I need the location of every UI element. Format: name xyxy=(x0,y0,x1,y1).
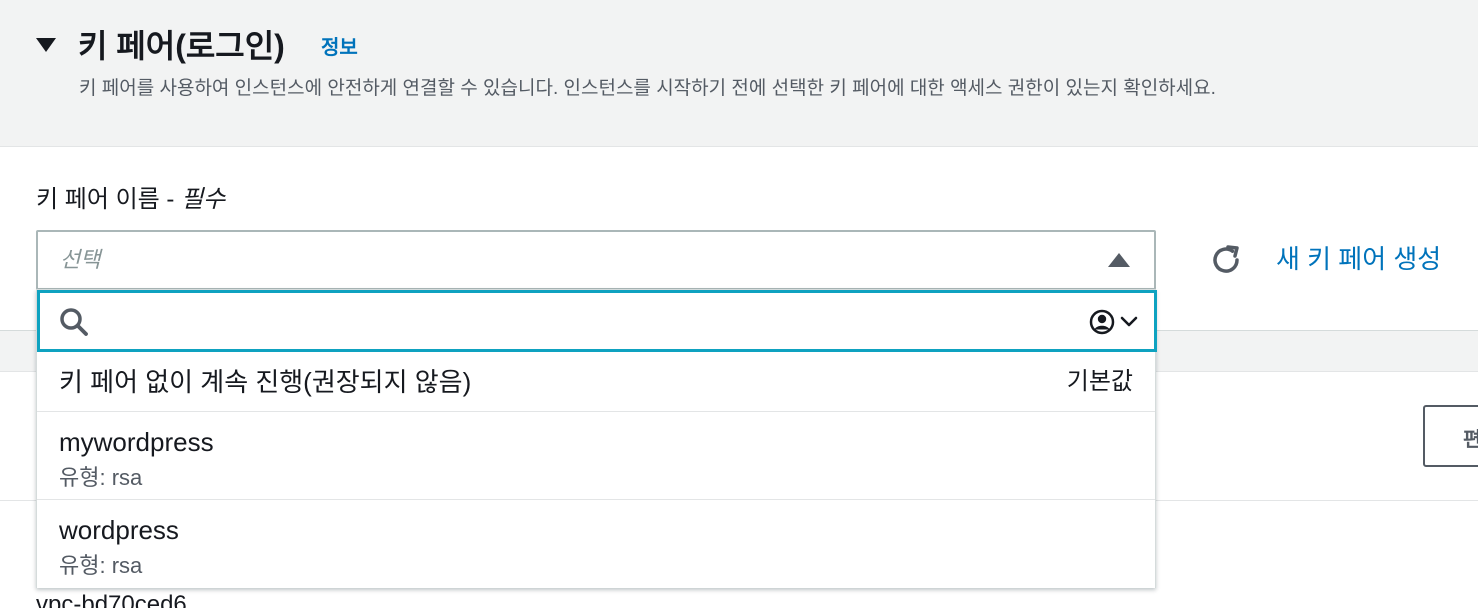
option-type: 유형: rsa xyxy=(59,553,143,578)
option-no-key-pair[interactable]: 키 페어 없이 계속 진행(권장되지 않음) 기본값 xyxy=(37,352,1155,412)
section-header: 키 페어(로그인) 정보 키 페어를 사용하여 인스턴스에 안전하게 연결할 수… xyxy=(0,0,1478,147)
option-type: 유형: rsa xyxy=(59,465,143,490)
page: 키 페어(로그인) 정보 키 페어를 사용하여 인스턴스에 안전하게 연결할 수… xyxy=(0,0,1478,608)
collapse-caret-icon[interactable] xyxy=(36,38,56,52)
owner-filter-toggle[interactable] xyxy=(1088,308,1140,336)
create-key-pair-link[interactable]: 새 키 페어 생성 xyxy=(1276,243,1441,275)
info-link[interactable]: 정보 xyxy=(321,34,358,62)
default-tag: 기본값 xyxy=(1066,368,1133,395)
option-mywordpress[interactable]: mywordpress 유형: rsa xyxy=(37,412,1155,500)
key-pair-select[interactable]: 선택 xyxy=(36,230,1156,290)
dropdown-search xyxy=(37,290,1157,352)
option-label: wordpress xyxy=(59,515,179,545)
label-text: 키 페어 이름 - xyxy=(36,186,182,213)
search-input[interactable] xyxy=(104,303,1064,341)
select-placeholder: 선택 xyxy=(60,247,101,272)
chevron-down-icon xyxy=(1120,316,1138,327)
refresh-button[interactable] xyxy=(1208,242,1244,278)
option-label: 키 페어 없이 계속 진행(권장되지 않음) xyxy=(59,367,472,397)
option-label: mywordpress xyxy=(59,427,214,457)
section-title[interactable]: 키 페어(로그인) xyxy=(78,24,285,68)
edit-button[interactable]: 편집 xyxy=(1423,405,1478,467)
refresh-icon xyxy=(1213,245,1239,273)
user-circle-icon xyxy=(1089,309,1115,335)
search-icon xyxy=(60,308,88,336)
vpc-id-text: vpc-bd70ced6 xyxy=(36,591,187,608)
option-wordpress[interactable]: wordpress 유형: rsa xyxy=(37,500,1155,588)
key-pair-dropdown: 키 페어 없이 계속 진행(권장되지 않음) 기본값 mywordpress 유… xyxy=(36,289,1157,588)
caret-up-icon xyxy=(1108,253,1130,267)
section-description: 키 페어를 사용하여 인스턴스에 안전하게 연결할 수 있습니다. 인스턴스를 … xyxy=(79,78,1216,99)
key-pair-name-label: 키 페어 이름 - 필수 xyxy=(36,184,225,216)
required-marker: 필수 xyxy=(181,186,226,213)
